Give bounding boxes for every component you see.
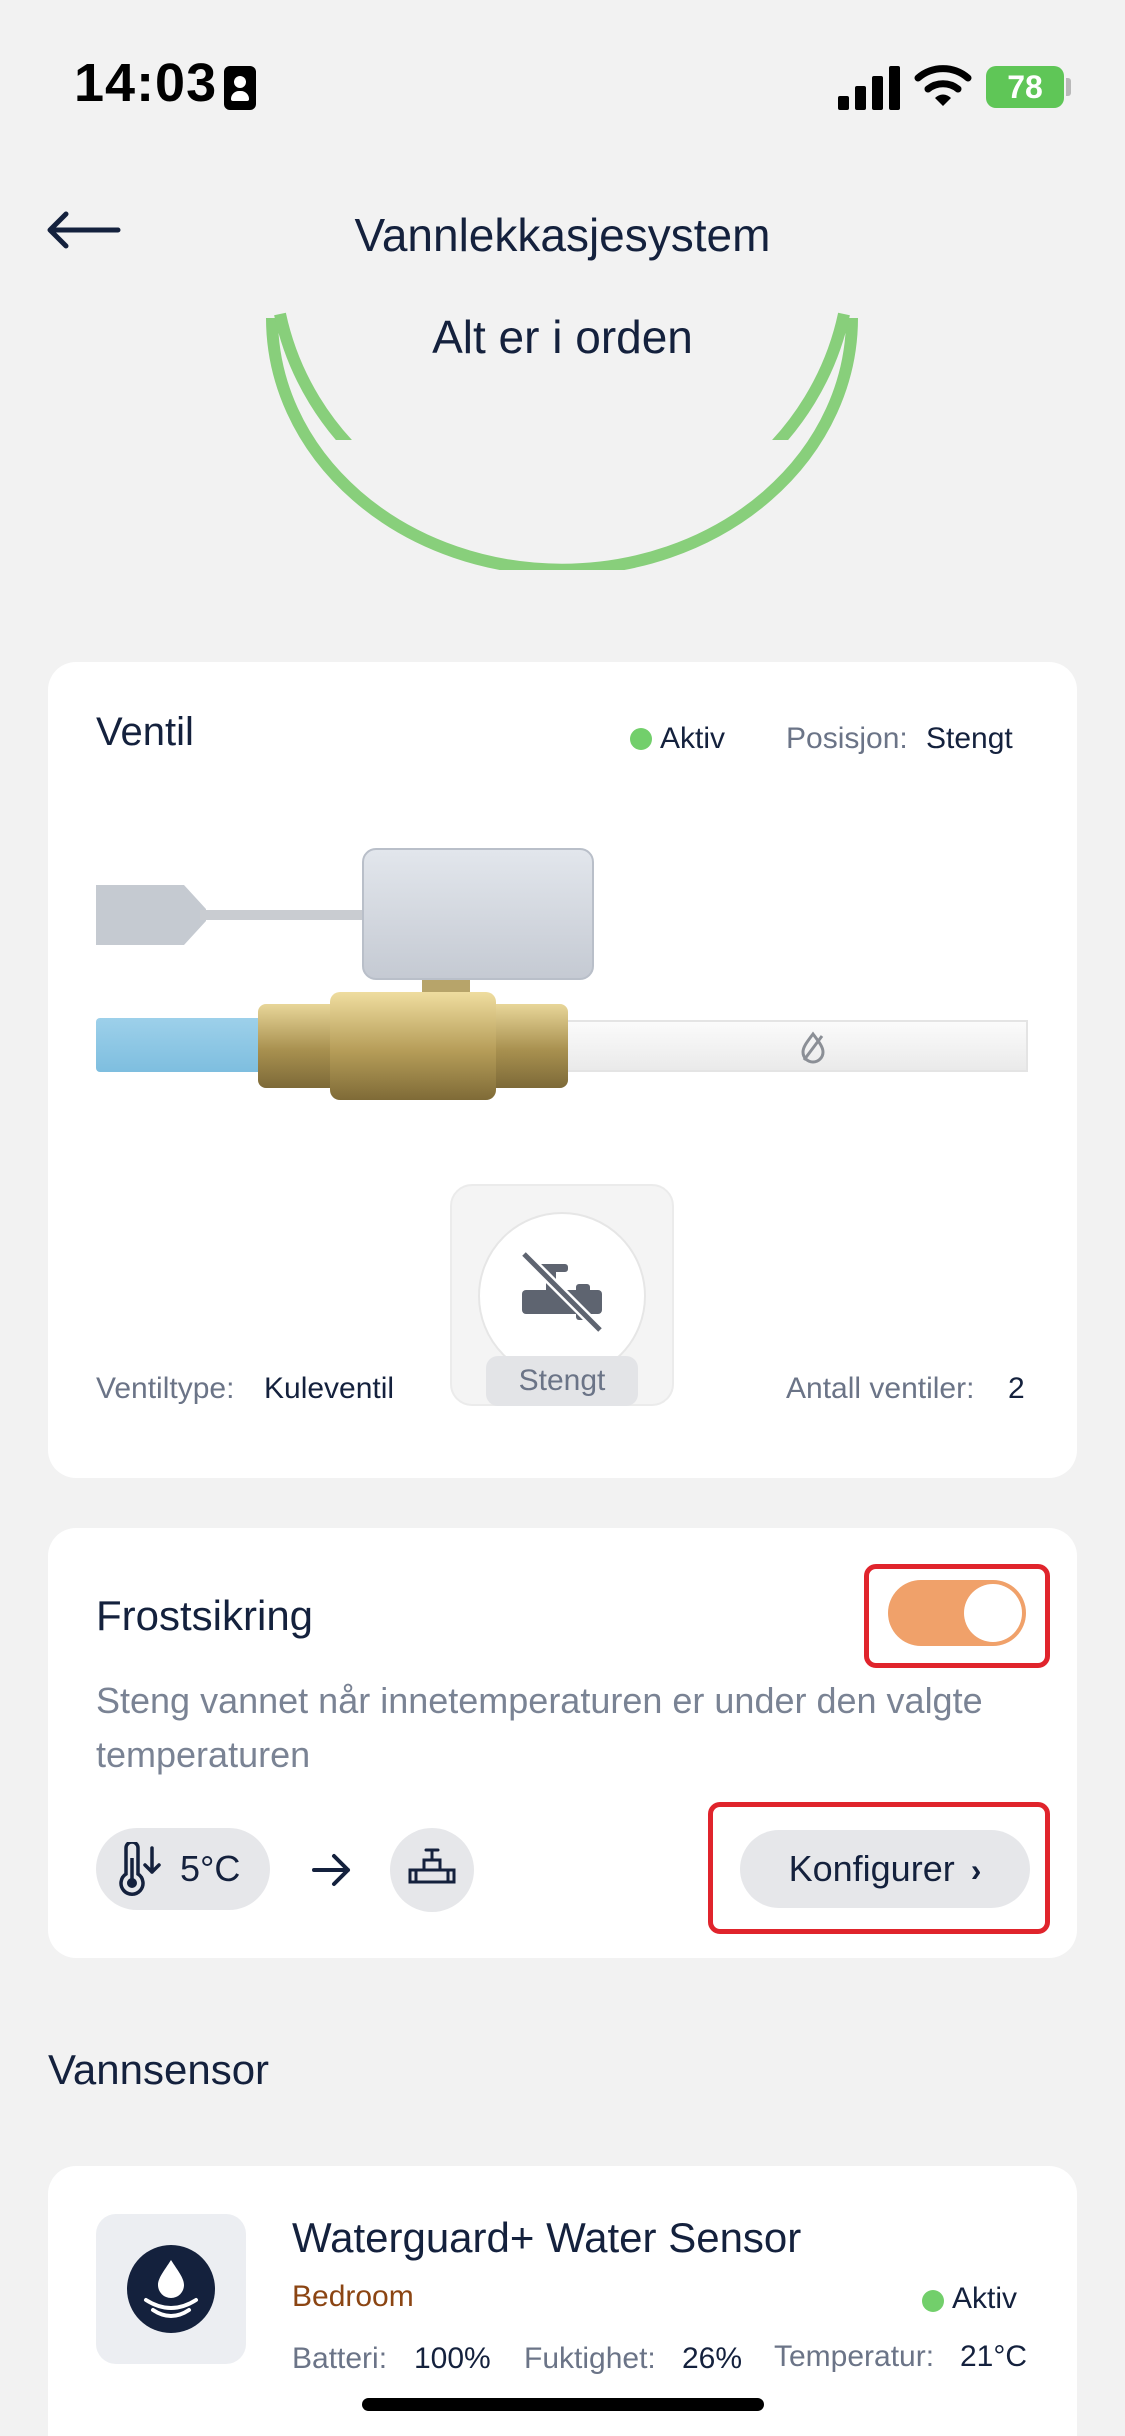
frost-temperature: 5°C xyxy=(180,1848,241,1889)
sensor-section-title: Vannsensor xyxy=(48,2046,270,2093)
cable-connector xyxy=(96,885,206,945)
highlight-configure xyxy=(708,1802,1050,1934)
position-value: Stengt xyxy=(926,722,1013,755)
tap-icon xyxy=(408,1848,456,1884)
valve-closed-icon xyxy=(520,1250,604,1334)
valve-state: Aktiv xyxy=(660,722,726,755)
sensor-name: Waterguard+ Water Sensor xyxy=(292,2214,802,2261)
position-label: Posisjon: xyxy=(786,722,908,755)
battery-tip xyxy=(1066,78,1071,96)
thermometer-down-icon xyxy=(119,1842,161,1896)
brass-valve-center xyxy=(330,992,496,1100)
home-indicator[interactable] xyxy=(362,2398,764,2411)
system-status-message: Alt er i orden xyxy=(432,311,693,363)
valve-button-label: Stengt xyxy=(486,1356,638,1406)
humidity-value: 26% xyxy=(682,2342,743,2375)
sensor-active-dot xyxy=(922,2290,944,2312)
water-drop-icon xyxy=(127,2245,215,2333)
valve-count-value: 2 xyxy=(1008,1372,1025,1405)
sensor-room: Bedroom xyxy=(292,2280,414,2313)
frost-title: Frostsikring xyxy=(96,1592,314,1639)
valve-cable xyxy=(200,910,370,920)
wifi-icon xyxy=(914,65,972,106)
no-flow-icon xyxy=(801,1031,825,1064)
page-title: Vannlekkasjesystem xyxy=(354,209,771,261)
temperature-label: Temperatur: xyxy=(774,2340,935,2373)
highlight-toggle xyxy=(864,1564,1050,1668)
id-badge-icon xyxy=(224,66,256,110)
frost-description: Steng vannet når innetemperaturen er und… xyxy=(96,1680,983,1775)
humidity-label: Fuktighet: xyxy=(524,2342,656,2375)
valve-count-label: Antall ventiler: xyxy=(786,1372,975,1405)
valve-type-label: Ventiltype: xyxy=(96,1372,235,1405)
battery-label: Batteri: xyxy=(292,2342,388,2375)
outlet-pipe xyxy=(560,1020,1028,1072)
battery-icon: 78 xyxy=(986,66,1064,108)
sensor-state: Aktiv xyxy=(952,2282,1018,2315)
valve-type-value: Kuleventil xyxy=(264,1372,395,1405)
valve-title: Ventil xyxy=(96,710,194,754)
active-status-dot xyxy=(630,728,652,750)
arrow-right-icon xyxy=(312,1854,350,1886)
status-time: 14:03 xyxy=(74,53,218,113)
battery-value: 100% xyxy=(414,2342,491,2375)
valve-actuator xyxy=(362,848,594,980)
temperature-value: 21°C xyxy=(960,2340,1028,2373)
